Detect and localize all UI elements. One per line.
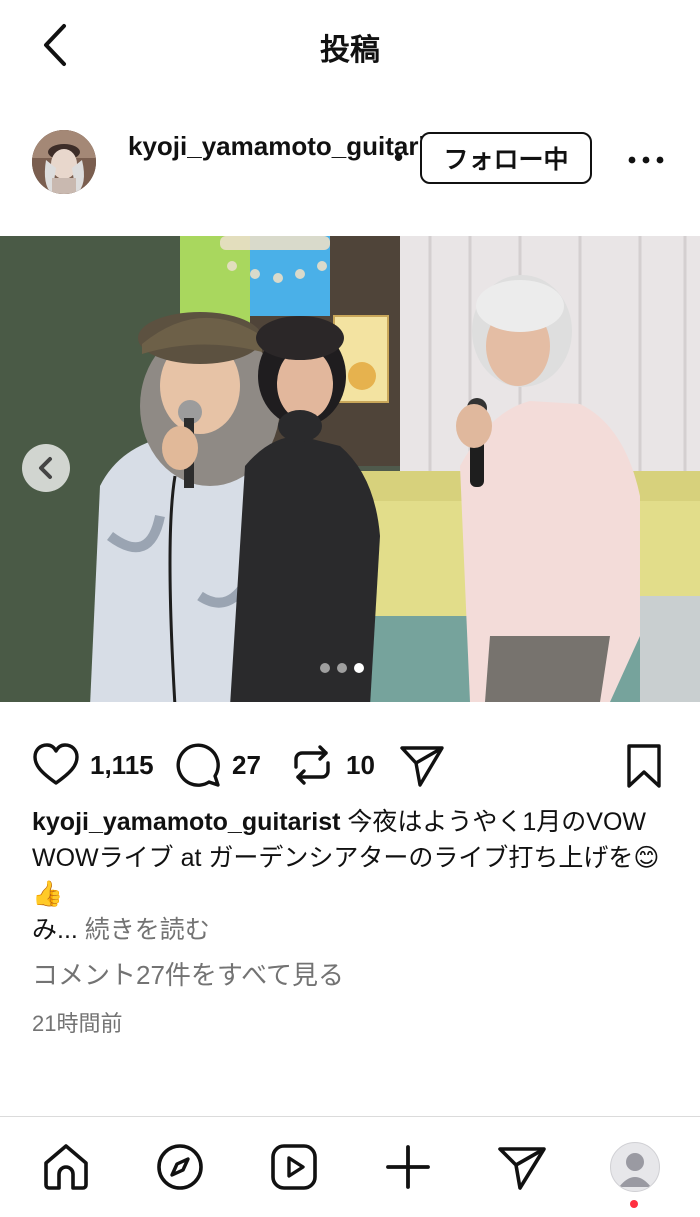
page-title: 投稿: [320, 34, 380, 67]
post-caption: kyoji_yamamoto_guitarist 今夜はようやく1月のVOW W…: [32, 804, 672, 948]
caption-username[interactable]: kyoji_yamamoto_guitarist: [32, 808, 340, 836]
heart-icon: [33, 743, 79, 785]
view-all-comments-link[interactable]: コメント27件をすべて見る: [32, 955, 344, 992]
repost-action[interactable]: 10: [288, 738, 375, 792]
tab-create[interactable]: [382, 1141, 434, 1193]
post-photo[interactable]: [0, 236, 700, 702]
following-button[interactable]: フォロー中: [420, 132, 592, 184]
share-action[interactable]: [398, 738, 446, 792]
separator-dot: •: [394, 142, 404, 172]
like-count[interactable]: 1,115: [90, 750, 154, 781]
top-bar: 投稿: [0, 0, 700, 90]
like-action[interactable]: 1,115: [32, 738, 154, 792]
carousel-dot: [337, 663, 347, 673]
carousel-dot: [320, 663, 330, 673]
tab-profile[interactable]: [610, 1142, 660, 1192]
tab-messages[interactable]: [496, 1141, 548, 1193]
more-options-button[interactable]: [626, 140, 666, 180]
caption-continuation: み...: [32, 916, 78, 944]
post-timestamp: 21時間前: [32, 1011, 123, 1036]
reels-icon: [271, 1144, 317, 1190]
ellipsis-icon: [628, 156, 664, 164]
comment-action[interactable]: 27: [174, 738, 261, 792]
avatar[interactable]: [32, 130, 96, 194]
home-icon: [44, 1144, 88, 1190]
repost-icon: [294, 745, 330, 785]
notification-dot: [630, 1200, 638, 1208]
post-username[interactable]: kyoji_yamamoto_guitarist: [128, 128, 449, 164]
comment-icon: [176, 743, 220, 787]
messages-icon: [498, 1147, 546, 1190]
comment-count: 27: [232, 749, 261, 780]
carousel-dot-active: [354, 663, 364, 673]
read-more-link[interactable]: 続きを読む: [85, 916, 210, 944]
repost-count: 10: [346, 749, 375, 780]
post-actions: 1,115 27 10: [0, 738, 700, 792]
tab-explore[interactable]: [154, 1141, 206, 1193]
bookmark-icon: [627, 744, 661, 788]
post-image: [0, 236, 700, 702]
post-author-row: kyoji_yamamoto_guitarist • フォロー中: [0, 118, 700, 204]
bottom-tab-bar: [0, 1116, 700, 1217]
tab-home[interactable]: [40, 1141, 92, 1193]
explore-icon: [157, 1144, 203, 1190]
profile-icon: [619, 1153, 651, 1187]
carousel-prev-button[interactable]: [22, 444, 70, 492]
chevron-left-icon: [39, 457, 52, 479]
send-icon: [400, 746, 444, 787]
tab-reels[interactable]: [268, 1141, 320, 1193]
carousel-indicator: [320, 660, 380, 673]
create-icon: [386, 1145, 430, 1189]
save-button[interactable]: [620, 742, 668, 790]
